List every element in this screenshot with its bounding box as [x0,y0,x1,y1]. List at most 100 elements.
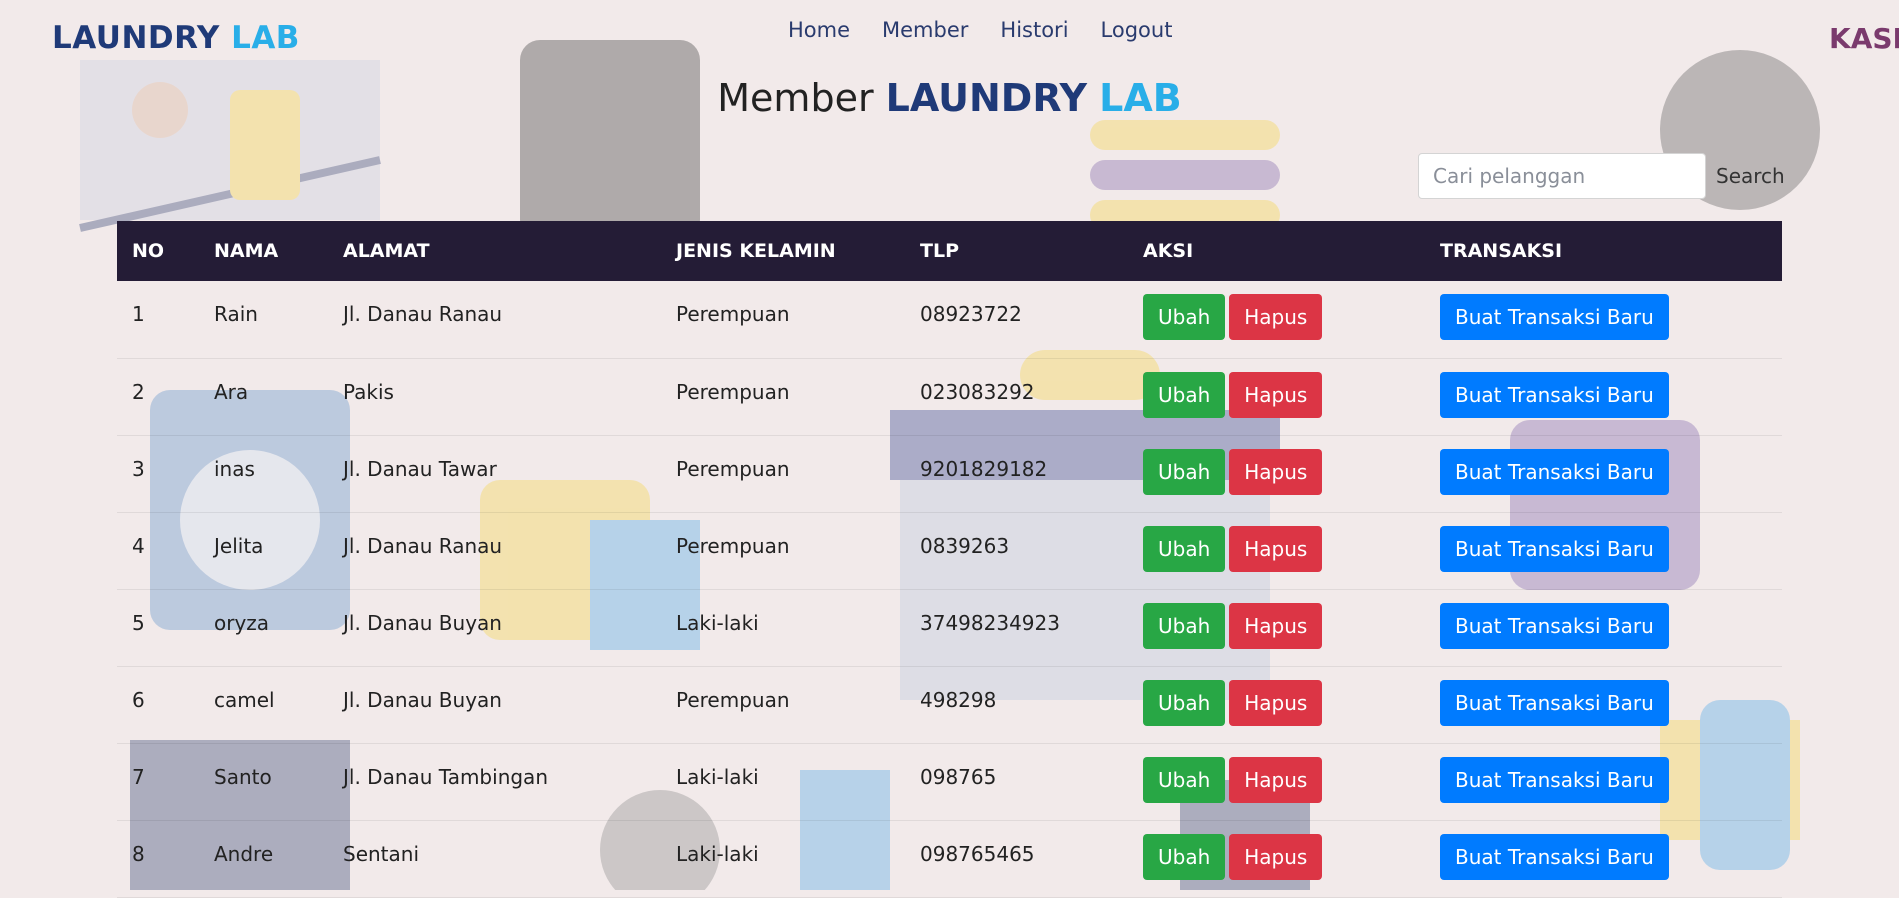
cell-tlp: 08923722 [905,281,1128,359]
cell-transaksi: Buat Transaksi Baru [1425,435,1782,513]
member-table: NO NAMA ALAMAT JENIS KELAMIN TLP AKSI TR… [117,221,1782,898]
cell-jk: Perempuan [661,512,905,590]
new-transaction-button[interactable]: Buat Transaksi Baru [1440,371,1669,418]
table-row: 4 Jelita Jl. Danau Ranau Perempuan 0839263 Ub… [117,512,1782,590]
cell-aksi: Ubah Hapus [1128,666,1425,744]
cell-nama: Santo [199,743,328,821]
cell-tlp: 0839263 [905,512,1128,590]
new-transaction-button[interactable]: Buat Transaksi Baru [1440,448,1669,495]
cell-tlp: 9201829182 [905,435,1128,513]
cell-alamat: Jl. Danau Ranau [328,512,661,590]
cell-tlp: 37498234923 [905,589,1128,667]
edit-button[interactable]: Ubah [1143,833,1226,880]
cell-nama: Andre [199,820,328,898]
cell-jk: Perempuan [661,358,905,436]
cell-no: 8 [117,820,199,898]
delete-button[interactable]: Hapus [1229,294,1323,340]
cell-transaksi: Buat Transaksi Baru [1425,281,1782,359]
cell-nama: oryza [199,589,328,667]
cell-jk: Perempuan [661,435,905,513]
cell-transaksi: Buat Transaksi Baru [1425,512,1782,590]
delete-button[interactable]: Hapus [1229,525,1323,572]
cell-no: 7 [117,743,199,821]
nav-histori[interactable]: Histori [1000,18,1068,42]
edit-button[interactable]: Ubah [1143,602,1226,649]
page-title-prefix: Member [717,76,874,120]
cell-no: 1 [117,281,199,359]
new-transaction-button[interactable]: Buat Transaksi Baru [1440,833,1669,880]
nav-logout[interactable]: Logout [1101,18,1173,42]
col-transaksi: TRANSAKSI [1440,240,1563,262]
cell-jk: Laki-laki [661,589,905,667]
cell-transaksi: Buat Transaksi Baru [1425,743,1782,821]
cell-alamat: Sentani [328,820,661,898]
table-row: 1 Rain Jl. Danau Ranau Perempuan 08923722 Uba… [117,281,1782,359]
cell-alamat: Jl. Danau Tawar [328,435,661,513]
cell-alamat: Jl. Danau Ranau [328,281,661,359]
col-tlp: TLP [920,240,959,262]
cell-tlp: 023083292 [905,358,1128,436]
edit-button[interactable]: Ubah [1143,525,1226,572]
cell-transaksi: Buat Transaksi Baru [1425,358,1782,436]
cell-aksi: Ubah Hapus [1128,743,1425,821]
cell-tlp: 498298 [905,666,1128,744]
cell-aksi: Ubah Hapus [1128,358,1425,436]
table-row: 6 camel Jl. Danau Buyan Perempuan 498298 Ubah… [117,666,1782,744]
col-aksi: AKSI [1143,240,1194,262]
cell-transaksi: Buat Transaksi Baru [1425,666,1782,744]
table-row: 7 Santo Jl. Danau Tambingan Laki-laki 098765… [117,743,1782,821]
brand-logo[interactable]: LAUNDRY LAB [52,20,300,56]
new-transaction-button[interactable]: Buat Transaksi Baru [1440,525,1669,572]
search-input[interactable] [1418,153,1706,199]
edit-button[interactable]: Ubah [1143,294,1226,340]
brand-part1: LAUNDRY [52,20,220,56]
cell-aksi: Ubah Hapus [1128,281,1425,359]
cell-nama: camel [199,666,328,744]
cell-no: 4 [117,512,199,590]
search-form: Search [1418,153,1785,199]
cell-nama: Jelita [199,512,328,590]
cell-aksi: Ubah Hapus [1128,435,1425,513]
edit-button[interactable]: Ubah [1143,756,1226,803]
nav-member[interactable]: Member [882,18,968,42]
cell-tlp: 098765465 [905,820,1128,898]
delete-button[interactable]: Hapus [1229,448,1323,495]
cell-nama: Ara [199,358,328,436]
page-title-brand1: LAUNDRY [885,76,1088,120]
cell-aksi: Ubah Hapus [1128,820,1425,898]
cell-jk: Laki-laki [661,820,905,898]
delete-button[interactable]: Hapus [1229,602,1323,649]
cell-no: 6 [117,666,199,744]
col-no: NO [132,240,165,262]
table-row: 2 Ara Pakis Perempuan 023083292 Ubah Hapus Buat… [117,358,1782,436]
new-transaction-button[interactable]: Buat Transaksi Baru [1440,679,1669,726]
edit-button[interactable]: Ubah [1143,679,1226,726]
cell-jk: Laki-laki [661,743,905,821]
search-button[interactable]: Search [1716,164,1785,188]
cell-alamat: Jl. Danau Buyan [328,666,661,744]
edit-button[interactable]: Ubah [1143,371,1226,418]
col-alamat: ALAMAT [343,240,430,262]
cell-aksi: Ubah Hapus [1128,512,1425,590]
cell-nama: Rain [199,281,328,359]
cell-alamat: Jl. Danau Tambingan [328,743,661,821]
nav-home[interactable]: Home [788,18,850,42]
delete-button[interactable]: Hapus [1229,371,1323,418]
table-row: 3 inas Jl. Danau Tawar Perempuan 9201829182 U… [117,435,1782,513]
new-transaction-button[interactable]: Buat Transaksi Baru [1440,756,1669,803]
new-transaction-button[interactable]: Buat Transaksi Baru [1440,294,1669,340]
cell-alamat: Jl. Danau Buyan [328,589,661,667]
col-nama: NAMA [214,240,279,262]
cell-alamat: Pakis [328,358,661,436]
delete-button[interactable]: Hapus [1229,833,1323,880]
cell-transaksi: Buat Transaksi Baru [1425,589,1782,667]
new-transaction-button[interactable]: Buat Transaksi Baru [1440,602,1669,649]
delete-button[interactable]: Hapus [1229,756,1323,803]
cell-jk: Perempuan [661,666,905,744]
cell-jk: Perempuan [661,281,905,359]
cell-no: 3 [117,435,199,513]
cell-aksi: Ubah Hapus [1128,589,1425,667]
edit-button[interactable]: Ubah [1143,448,1226,495]
table-row: 5 oryza Jl. Danau Buyan Laki-laki 3749823492… [117,589,1782,667]
delete-button[interactable]: Hapus [1229,679,1323,726]
